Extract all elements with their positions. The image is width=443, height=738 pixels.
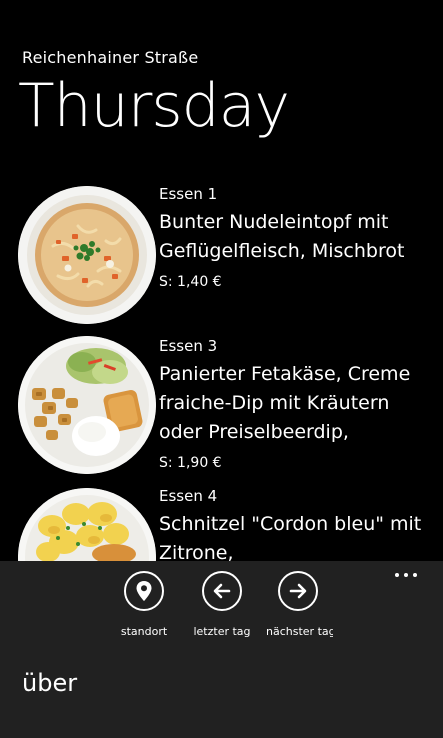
meal-price: S: 1,90 € [159, 455, 222, 471]
soup-bowl-photo [18, 186, 156, 324]
next-day-button[interactable]: nächster tag [253, 571, 333, 638]
arrow-left-icon [202, 571, 242, 611]
meal-name: Bunter Nudeleintopf mit Geflügelfleisch,… [159, 211, 405, 262]
menu-item-about[interactable]: über [22, 669, 77, 697]
app-bar: standort letzter tag nächster tag über [0, 561, 443, 738]
location-pin-icon [124, 571, 164, 611]
meal-category: Essen 1 [159, 185, 218, 203]
meal-list[interactable]: Essen 1 Bunter Nudeleintopf mit Geflügel… [0, 178, 443, 561]
meal-category: Essen 3 [159, 337, 218, 355]
arrow-right-icon [278, 571, 318, 611]
standort-label: standort [120, 625, 168, 638]
app-subtitle: Reichenhainer Straße [22, 48, 199, 67]
meal-name: Panierter Fetakäse, Creme fraiche-Dip mi… [159, 363, 411, 443]
meal-price: S: 1,40 € [159, 274, 222, 290]
meal-category: Essen 4 [159, 487, 218, 505]
next-day-label: nächster tag [266, 625, 333, 638]
fried-feta-plate-photo [18, 336, 156, 474]
meal-name: Schnitzel "Cordon bleu" mit Zitrone, [159, 513, 422, 561]
potatoes-plate-photo [18, 488, 156, 561]
standort-button[interactable]: standort [99, 571, 189, 638]
more-options-ellipsis[interactable] [391, 569, 421, 581]
page-title: Thursday [18, 71, 290, 141]
